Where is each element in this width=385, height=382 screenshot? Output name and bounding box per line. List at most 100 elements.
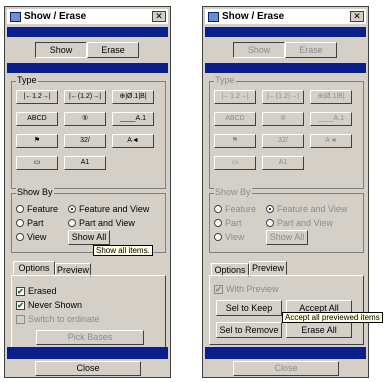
window-title: Show / Erase — [222, 11, 285, 22]
checkmark-icon: ✔ — [214, 284, 223, 294]
type-datum-axis-button[interactable]: A1 — [64, 156, 106, 170]
radio-circle — [266, 219, 274, 227]
type-balloon-button[interactable]: ⑤ — [64, 112, 106, 126]
show-by-legend: Show By — [16, 187, 54, 197]
show-erase-dialog-left: Show / Erase ✕ Show Erase Type |←1.2→| |… — [4, 6, 171, 378]
type-linear-dim-button[interactable]: |←1.2→| — [16, 90, 58, 104]
with-preview-checkbox[interactable]: ✔ With Preview — [214, 284, 279, 294]
checkbox-label: With Preview — [226, 284, 279, 294]
radio-circle — [214, 233, 222, 241]
radio-circle — [214, 219, 222, 227]
radio-feature[interactable]: Feature — [16, 204, 58, 214]
type-note-button[interactable]: ABCD — [214, 112, 256, 126]
type-weld-button[interactable]: ⚑ — [16, 134, 58, 148]
type-balloon-button[interactable]: ⑤ — [262, 112, 304, 126]
radio-part[interactable]: Part — [214, 218, 242, 228]
type-weld-button[interactable]: ⚑ — [214, 134, 256, 148]
sel-to-remove-button[interactable]: Sel to Remove — [216, 322, 282, 338]
preview-panel: ✔ With Preview Sel to Keep Accept All Sel… — [209, 275, 364, 345]
radio-label: Feature and View — [79, 204, 150, 214]
header-bar — [7, 27, 168, 37]
type-datum-button[interactable]: ____A.1 — [112, 112, 154, 126]
tooltip: Show all items. — [93, 245, 153, 256]
type-linear-dim-button[interactable]: |←1.2→| — [214, 90, 256, 104]
window-title: Show / Erase — [24, 11, 87, 22]
radio-label: Feature — [27, 204, 59, 214]
radio-label: Part — [27, 218, 44, 228]
type-cosmetic-button[interactable]: ▭ — [16, 156, 58, 170]
switch-to-ordinate-checkbox[interactable]: Switch to ordinate — [16, 314, 100, 324]
radio-view[interactable]: View — [214, 232, 244, 242]
radio-circle — [16, 205, 24, 213]
tab-erase[interactable]: Erase — [87, 42, 139, 58]
radio-view[interactable]: View — [16, 232, 46, 242]
pick-bases-button[interactable]: Pick Bases — [36, 330, 144, 345]
type-surface-finish-button[interactable]: 32/ — [262, 134, 304, 148]
sel-to-keep-button[interactable]: Sel to Keep — [216, 300, 282, 316]
show-all-button[interactable]: Show All — [68, 230, 110, 245]
radio-label: View — [225, 232, 245, 242]
close-button[interactable]: Close — [233, 361, 339, 376]
type-datum-axis-button[interactable]: A1 — [262, 156, 304, 170]
radio-part[interactable]: Part — [16, 218, 44, 228]
radio-circle — [16, 233, 24, 241]
tab-erase[interactable]: Erase — [285, 42, 337, 58]
type-ref-dim-button[interactable]: |←(1.2)→| — [262, 90, 304, 104]
type-cosmetic-button[interactable]: ▭ — [214, 156, 256, 170]
title-bar: Show / Erase ✕ — [7, 9, 168, 24]
show-by-group: Show By Feature Feature and View Part Pa… — [209, 187, 364, 253]
radio-label: Part and View — [277, 218, 333, 228]
footer-bar — [7, 347, 168, 359]
subtab-options[interactable]: Options — [13, 261, 55, 275]
type-surface-finish-button[interactable]: 32/ — [64, 134, 106, 148]
close-icon[interactable]: ✕ — [350, 11, 364, 22]
radio-feature-and-view[interactable]: Feature and View — [266, 204, 347, 214]
checkbox-box — [16, 314, 25, 324]
radio-label: Part — [225, 218, 242, 228]
radio-circle-selected — [266, 205, 274, 213]
header-bar — [205, 27, 366, 37]
radio-circle — [68, 219, 76, 227]
type-legend: Type — [16, 75, 38, 85]
subtab-preview[interactable]: Preview — [249, 261, 287, 275]
type-gtol-button[interactable]: ⊕|Ø.1|B| — [310, 90, 352, 104]
radio-part-and-view[interactable]: Part and View — [266, 218, 333, 228]
tab-show[interactable]: Show — [35, 42, 87, 58]
separator-bar — [7, 63, 168, 73]
radio-circle — [16, 219, 24, 227]
show-by-legend: Show By — [214, 187, 252, 197]
erased-checkbox[interactable]: ✔ Erased — [16, 286, 57, 296]
radio-label: Feature — [225, 204, 257, 214]
radio-feature-and-view[interactable]: Feature and View — [68, 204, 149, 214]
type-datum-button[interactable]: ____A.1 — [310, 112, 352, 126]
never-shown-checkbox[interactable]: ✔ Never Shown — [16, 300, 82, 310]
options-panel: ✔ Erased ✔ Never Shown Switch to ordinate … — [11, 275, 166, 349]
radio-label: Part and View — [79, 218, 135, 228]
radio-label: View — [27, 232, 47, 242]
radio-part-and-view[interactable]: Part and View — [68, 218, 135, 228]
type-note-button[interactable]: ABCD — [16, 112, 58, 126]
app-icon — [10, 11, 21, 22]
separator-bar — [205, 63, 366, 73]
erase-all-button[interactable]: Erase All — [286, 322, 352, 338]
close-button[interactable]: Close — [35, 361, 141, 376]
tab-show[interactable]: Show — [233, 42, 285, 58]
checkbox-label: Erased — [28, 286, 57, 296]
checkmark-icon: ✔ — [16, 286, 25, 296]
close-icon[interactable]: ✕ — [152, 11, 166, 22]
checkmark-icon: ✔ — [16, 300, 25, 310]
radio-feature[interactable]: Feature — [214, 204, 256, 214]
type-datum-target-button[interactable]: A◄ — [112, 134, 154, 148]
type-gtol-button[interactable]: ⊕|Ø.1|B| — [112, 90, 154, 104]
app-icon — [208, 11, 219, 22]
checkbox-label: Never Shown — [28, 300, 83, 310]
radio-label: Feature and View — [277, 204, 348, 214]
type-datum-target-button[interactable]: A◄ — [310, 134, 352, 148]
radio-circle — [214, 205, 222, 213]
type-ref-dim-button[interactable]: |←(1.2)→| — [64, 90, 106, 104]
footer-bar — [205, 347, 366, 359]
type-group: Type |←1.2→| |←(1.2)→| ⊕|Ø.1|B| ABCD ⑤ _… — [11, 75, 166, 189]
radio-circle-selected — [68, 205, 76, 213]
tooltip: Accept all previewed items — [282, 312, 383, 323]
show-all-button[interactable]: Show All — [266, 230, 308, 245]
